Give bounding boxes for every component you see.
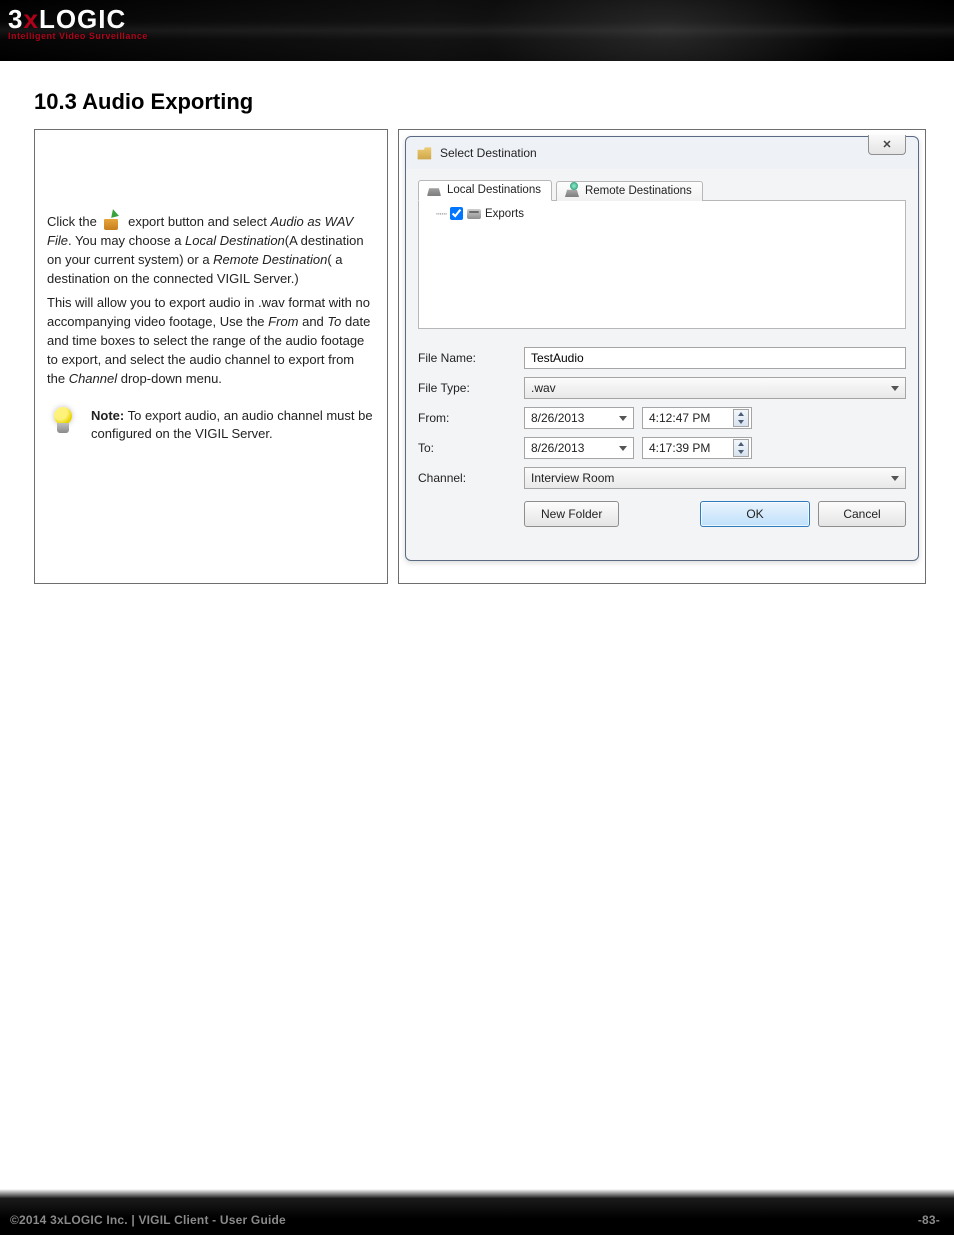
tree-connector-icon: ······ [435, 208, 446, 220]
tab-local-destinations[interactable]: Local Destinations [418, 180, 552, 201]
screenshot-panel: Select Destination ✕ Local Destinations [398, 129, 926, 584]
note-text: Note: To export audio, an audio channel … [91, 407, 375, 443]
note-callout: Note: To export audio, an audio channel … [47, 407, 375, 443]
chevron-down-icon [891, 476, 899, 481]
remote-destination-icon [565, 185, 579, 197]
tree-item-exports[interactable]: ······ Exports [425, 207, 899, 220]
destination-tree[interactable]: ······ Exports [418, 201, 906, 329]
paragraph-1: Click the export button and select Audio… [47, 212, 375, 288]
brand-tagline: Intelligent Video Surveillance [8, 31, 148, 41]
folder-search-icon [416, 145, 432, 161]
lightbulb-icon [47, 407, 81, 441]
chevron-down-icon [891, 386, 899, 391]
chevron-down-icon [619, 446, 627, 451]
file-name-input[interactable] [524, 347, 906, 369]
new-folder-button[interactable]: New Folder [524, 501, 619, 527]
label-channel: Channel: [418, 471, 514, 485]
chevron-down-icon [619, 416, 627, 421]
select-destination-dialog: Select Destination ✕ Local Destinations [405, 136, 919, 561]
page-footer: ©2014 3xLOGIC Inc. | VIGIL Client - User… [0, 1199, 954, 1235]
close-icon: ✕ [882, 138, 891, 151]
time-spinner[interactable] [733, 439, 749, 457]
tree-item-label: Exports [485, 208, 524, 220]
footer-page-number: -83- [918, 1213, 940, 1227]
time-spinner[interactable] [733, 409, 749, 427]
export-icon [102, 212, 122, 230]
ok-button[interactable]: OK [700, 501, 810, 527]
page-header: 3xLOGIC Intelligent Video Surveillance [0, 0, 954, 61]
from-date-picker[interactable]: 8/26/2013 [524, 407, 634, 429]
tab-remote-destinations[interactable]: Remote Destinations [556, 181, 703, 201]
destination-tabs: Local Destinations Remote Destinations [418, 175, 906, 201]
dialog-titlebar: Select Destination ✕ [406, 137, 918, 169]
paragraph-2: This will allow you to export audio in .… [47, 294, 375, 388]
export-form: File Name: File Type: .wav From: 8/26/20… [418, 347, 906, 527]
label-to: To: [418, 441, 514, 455]
brand-logo: 3xLOGIC Intelligent Video Surveillance [8, 4, 148, 41]
dialog-title: Select Destination [440, 146, 537, 160]
local-destination-icon [427, 184, 441, 196]
from-time-picker[interactable]: 4:12:47 PM [642, 407, 752, 429]
footer-left: ©2014 3xLOGIC Inc. | VIGIL Client - User… [10, 1213, 286, 1227]
to-time-picker[interactable]: 4:17:39 PM [642, 437, 752, 459]
section-heading: 10.3 Audio Exporting [34, 89, 926, 115]
label-file-type: File Type: [418, 381, 514, 395]
label-file-name: File Name: [418, 351, 514, 365]
file-type-select[interactable]: .wav [524, 377, 906, 399]
label-from: From: [418, 411, 514, 425]
drive-icon [467, 209, 481, 219]
tree-item-checkbox[interactable] [450, 207, 463, 220]
channel-select[interactable]: Interview Room [524, 467, 906, 489]
to-date-picker[interactable]: 8/26/2013 [524, 437, 634, 459]
close-button[interactable]: ✕ [868, 135, 906, 155]
instruction-panel: Click the export button and select Audio… [34, 129, 388, 584]
cancel-button[interactable]: Cancel [818, 501, 906, 527]
